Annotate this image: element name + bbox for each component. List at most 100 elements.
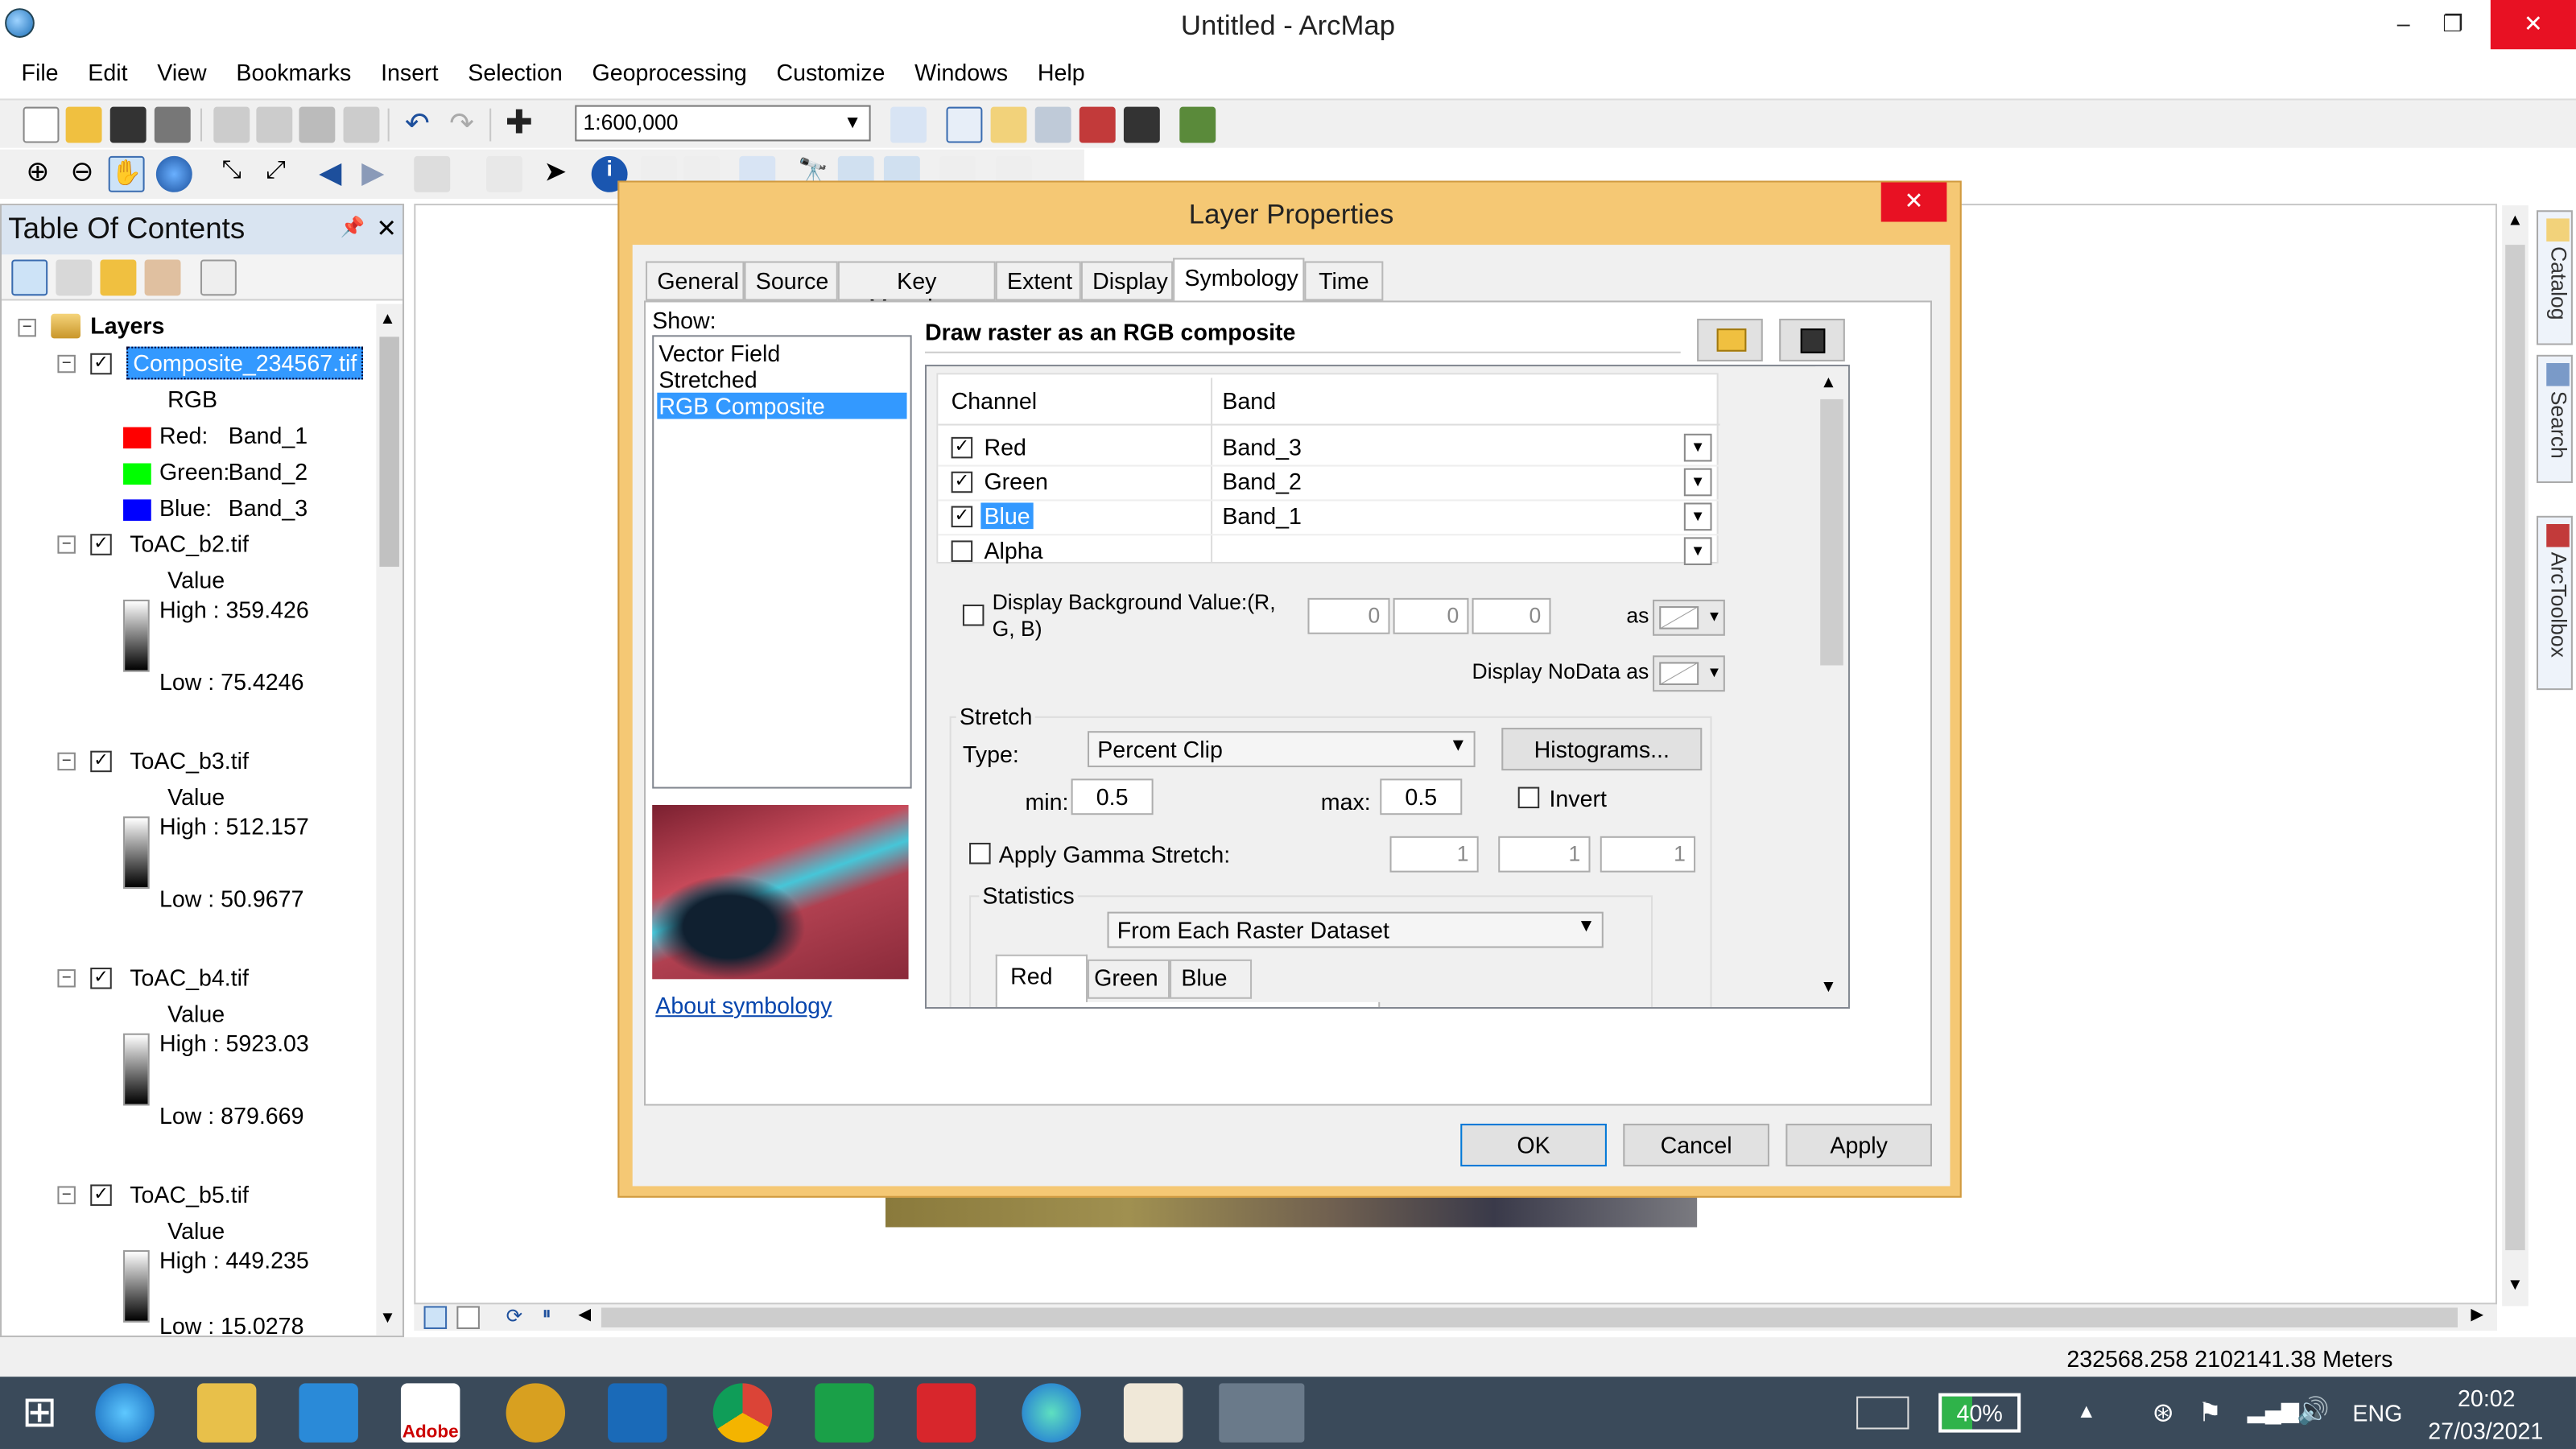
- toc-close-button[interactable]: ✕: [376, 213, 397, 243]
- copy-icon[interactable]: [256, 106, 293, 143]
- scroll-down-icon[interactable]: ▾: [1823, 974, 1833, 997]
- chevron-up-icon[interactable]: ▲: [2077, 1400, 2096, 1423]
- tab-source[interactable]: Source: [744, 261, 838, 301]
- channel-alpha-checkbox[interactable]: [951, 540, 973, 562]
- scroll-thumb[interactable]: [2505, 245, 2525, 1251]
- full-extent-icon[interactable]: [155, 155, 192, 192]
- adobe-reader-icon[interactable]: Adobe: [400, 1383, 460, 1443]
- statistics-source-select[interactable]: From Each Raster Dataset ▼: [1107, 911, 1604, 948]
- tab-time[interactable]: Time: [1304, 261, 1384, 301]
- pin-icon[interactable]: 📌: [340, 215, 365, 238]
- menu-help[interactable]: Help: [1022, 52, 1100, 95]
- music-player-icon[interactable]: [506, 1383, 566, 1443]
- map-scale-combo[interactable]: 1:600,000 ▼: [575, 105, 871, 142]
- chevron-down-icon[interactable]: ▼: [1683, 468, 1712, 497]
- toc-window-icon[interactable]: [946, 106, 983, 143]
- save-layer-button[interactable]: [1779, 318, 1845, 361]
- back-icon[interactable]: ◀: [312, 156, 349, 192]
- collapse-icon[interactable]: −: [57, 969, 76, 988]
- layers-root-label[interactable]: Layers: [90, 312, 164, 339]
- scroll-down-icon[interactable]: ▼: [379, 1310, 395, 1327]
- tab-key-metadata[interactable]: Key Metadata: [837, 261, 996, 320]
- collapse-icon[interactable]: −: [57, 752, 76, 771]
- language-indicator[interactable]: ENG: [2352, 1400, 2402, 1426]
- search-window-icon[interactable]: [1034, 106, 1071, 143]
- layer-name[interactable]: ToAC_b2.tif: [130, 530, 249, 557]
- list-by-drawing-order-icon[interactable]: [11, 259, 48, 296]
- menu-bookmarks[interactable]: Bookmarks: [221, 52, 366, 95]
- channel-green-checkbox[interactable]: ✓: [951, 471, 973, 493]
- pause-drawing-icon[interactable]: ⏸: [542, 1304, 551, 1326]
- layer-name[interactable]: ToAC_b5.tif: [130, 1181, 249, 1208]
- scroll-up-icon[interactable]: ▴: [1823, 369, 1833, 393]
- close-button[interactable]: ✕: [2490, 0, 2576, 50]
- battery-indicator[interactable]: 40%: [1938, 1393, 2021, 1433]
- channel-red-checkbox[interactable]: ✓: [951, 436, 973, 459]
- menu-file[interactable]: File: [6, 52, 73, 95]
- layer-visibility-checkbox[interactable]: ✓: [90, 968, 112, 989]
- scroll-up-icon[interactable]: ▲: [379, 311, 395, 328]
- map-horizontal-scrollbar[interactable]: ⟳ ⏸ ◀ ▶: [414, 1304, 2498, 1331]
- nodata-color-picker[interactable]: ▼: [1653, 655, 1725, 692]
- collapse-icon[interactable]: −: [57, 1186, 76, 1204]
- renderer-item-stretched[interactable]: Stretched: [658, 366, 757, 393]
- clock-date[interactable]: 27/03/2021: [2428, 1418, 2543, 1444]
- display-background-checkbox[interactable]: [962, 605, 985, 626]
- background-r-input[interactable]: 0: [1307, 597, 1390, 634]
- background-g-input[interactable]: 0: [1393, 597, 1469, 634]
- channel-blue-band[interactable]: Band_1: [1222, 502, 1302, 529]
- fixed-zoom-in-icon[interactable]: ⤡: [213, 156, 250, 192]
- fixed-zoom-out-icon[interactable]: ⤢: [258, 156, 294, 192]
- arctoolbox-icon[interactable]: [1079, 106, 1116, 143]
- chevron-down-icon[interactable]: ▼: [1683, 502, 1712, 531]
- list-by-visibility-icon[interactable]: [100, 259, 137, 296]
- network-status-icon[interactable]: ⊛: [2152, 1397, 2174, 1430]
- tab-display[interactable]: Display: [1080, 261, 1174, 301]
- delete-icon[interactable]: [343, 106, 380, 143]
- ok-button[interactable]: OK: [1460, 1123, 1607, 1166]
- catalog-dock-tab[interactable]: Catalog: [2536, 210, 2573, 345]
- layout-view-icon[interactable]: [456, 1306, 480, 1330]
- apply-button[interactable]: Apply: [1785, 1123, 1932, 1166]
- scroll-right-icon[interactable]: ▶: [2471, 1306, 2483, 1323]
- collapse-icon[interactable]: −: [57, 535, 76, 554]
- clear-selection-icon[interactable]: [486, 155, 522, 192]
- stats-tab-red[interactable]: Red: [995, 954, 1088, 1004]
- keyboard-icon[interactable]: [1856, 1396, 1909, 1430]
- menu-geoprocessing[interactable]: Geoprocessing: [577, 52, 762, 95]
- print-icon[interactable]: [154, 106, 191, 143]
- python-window-icon[interactable]: [1123, 106, 1160, 143]
- gamma-g-input[interactable]: 1: [1498, 836, 1591, 873]
- tab-general[interactable]: General: [646, 261, 745, 301]
- settings-scrollbar[interactable]: ▴ ▾: [1815, 366, 1848, 1008]
- windows-start-icon[interactable]: ⊞: [10, 1383, 68, 1442]
- zoom-out-icon[interactable]: ⊖: [64, 156, 101, 192]
- list-by-source-icon[interactable]: [56, 259, 93, 296]
- list-by-selection-icon[interactable]: [144, 259, 181, 296]
- flag-icon[interactable]: ⚑: [2198, 1397, 2222, 1430]
- layer-visibility-checkbox[interactable]: ✓: [90, 353, 112, 375]
- toc-scrollbar[interactable]: ▲ ▼: [376, 303, 402, 1336]
- max-percent-input[interactable]: 0.5: [1380, 778, 1463, 815]
- gamma-b-input[interactable]: 1: [1600, 836, 1696, 873]
- chevron-down-icon[interactable]: ▼: [1683, 537, 1712, 566]
- paste-icon[interactable]: [299, 106, 336, 143]
- editor-toolbar-icon[interactable]: [890, 106, 927, 143]
- stretch-type-select[interactable]: Percent Clip ▼: [1088, 731, 1476, 768]
- menu-view[interactable]: View: [142, 52, 221, 95]
- add-data-icon[interactable]: ✚: [501, 107, 537, 143]
- scroll-thumb[interactable]: [601, 1307, 2458, 1327]
- menu-windows[interactable]: Windows: [900, 52, 1023, 95]
- redo-icon[interactable]: ↷: [444, 107, 480, 143]
- scroll-thumb[interactable]: [379, 336, 399, 568]
- gamma-r-input[interactable]: 1: [1389, 836, 1479, 873]
- scroll-down-icon[interactable]: ▼: [2507, 1277, 2523, 1294]
- dialog-close-button[interactable]: ✕: [1880, 182, 1947, 222]
- lenovo-icon[interactable]: [608, 1383, 667, 1443]
- menu-customize[interactable]: Customize: [762, 52, 900, 95]
- histograms-button[interactable]: Histograms...: [1501, 728, 1703, 771]
- menu-selection[interactable]: Selection: [453, 52, 577, 95]
- edge-icon[interactable]: [1022, 1383, 1081, 1443]
- internet-explorer-icon[interactable]: [95, 1383, 155, 1443]
- pan-icon[interactable]: ✋: [108, 155, 145, 192]
